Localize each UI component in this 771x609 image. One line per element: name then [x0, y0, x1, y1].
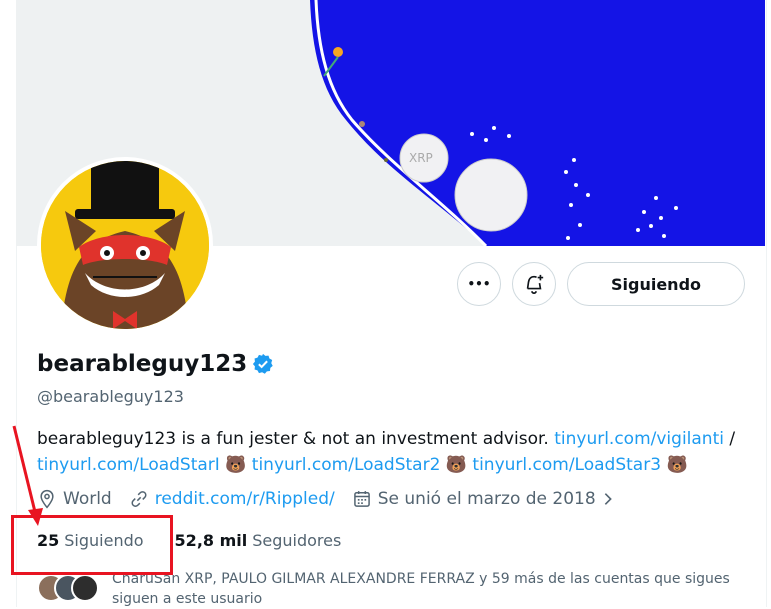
followers-count: 52,8 mil [174, 531, 248, 550]
bear-emoji: 🐻 [666, 455, 688, 475]
calendar-icon [353, 491, 370, 507]
bio-text: bearableguy123 is a fun jester & not an … [37, 429, 555, 449]
verified-badge-icon[interactable] [252, 353, 274, 375]
location-text: World [63, 489, 112, 509]
join-date[interactable]: Se unió el marzo de 2018 [352, 489, 622, 509]
bear-emoji: 🐻 [225, 455, 247, 475]
website[interactable]: reddit.com/r/Rippled/ [129, 489, 335, 509]
link-icon [131, 491, 147, 507]
website-link[interactable]: reddit.com/r/Rippled/ [155, 489, 335, 509]
more-options-icon: ••• [467, 277, 491, 291]
bear-emoji: 🐻 [445, 455, 467, 475]
join-date-text: Se unió el marzo de 2018 [377, 489, 596, 509]
notifications-button[interactable] [512, 262, 556, 306]
profile-meta: World reddit.com/r/Rippled/ Se unió el m… [37, 489, 639, 509]
chevron-right-icon [604, 493, 612, 505]
followers-stat[interactable]: 52,8 mil Seguidores [175, 531, 342, 550]
display-name-row: bearableguy123 [37, 351, 274, 377]
follower-avatar[interactable] [71, 574, 99, 602]
profile-bio: bearableguy123 is a fun jester & not an … [37, 426, 747, 478]
followers-label: Seguidores [252, 531, 342, 550]
user-handle: @bearableguy123 [37, 387, 184, 406]
bio-separator: / [723, 429, 736, 449]
bell-plus-icon [526, 274, 544, 294]
following-button[interactable]: Siguiendo [567, 262, 745, 306]
bio-link[interactable]: tinyurl.com/vigilanti [554, 429, 724, 449]
svg-text:XRP: XRP [409, 151, 433, 165]
followers-you-know[interactable]: CharuSan XRP, PAULO GILMAR ALEXANDRE FER… [112, 569, 752, 609]
display-name: bearableguy123 [37, 351, 248, 377]
annotation-arrow [12, 425, 43, 526]
avatar-image [41, 161, 209, 329]
bio-link[interactable]: tinyurl.com/LoadStar2 [252, 455, 441, 475]
profile-avatar[interactable] [37, 157, 213, 333]
more-options-button[interactable]: ••• [457, 262, 501, 306]
bio-link[interactable]: tinyurl.com/LoadStar3 [472, 455, 661, 475]
